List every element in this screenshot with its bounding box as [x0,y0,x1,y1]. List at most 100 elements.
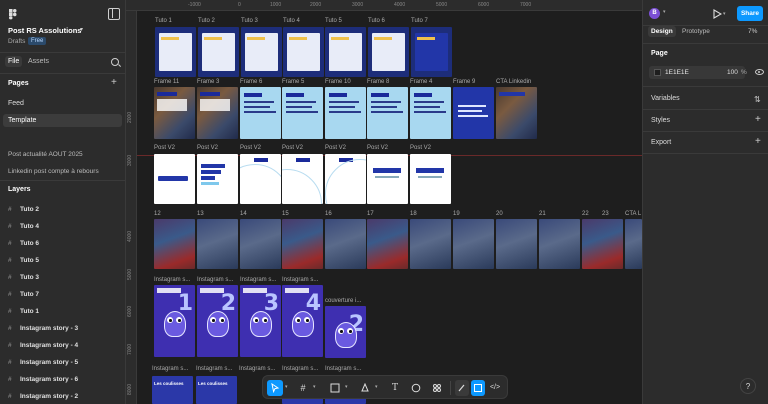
frame-thumbnail[interactable] [367,219,408,269]
add-export-icon[interactable]: + [755,136,761,147]
frame-thumbnail[interactable]: 2 [325,306,366,358]
rectangle-tool-icon[interactable] [327,380,343,396]
frame-label[interactable]: Tuto 3 [241,18,258,24]
layer-item[interactable]: # Tuto 4 [8,223,39,233]
frame-thumbnail[interactable] [197,87,238,139]
add-page-icon[interactable]: + [111,77,117,88]
move-tool-icon[interactable] [267,380,283,396]
frame-label[interactable]: Instagram s... [154,277,190,283]
comment-tool-icon[interactable] [408,380,424,396]
frame-label[interactable]: Post V2 [410,145,431,151]
frame-label[interactable]: Post V2 [325,145,346,151]
draw-mode-icon[interactable] [455,380,469,396]
frame-label[interactable]: Frame 3 [197,79,219,85]
tab-assets[interactable]: Assets [28,58,49,65]
frame-label[interactable]: 23 [602,211,609,217]
frame-thumbnail[interactable] [282,219,323,269]
frame-label[interactable]: Tuto 1 [155,18,172,24]
frame-label[interactable]: Tuto 7 [411,18,428,24]
frame-thumbnail[interactable] [197,154,238,204]
tab-design[interactable]: Design [648,26,676,37]
frame-label[interactable]: 18 [410,211,417,217]
export-section[interactable]: Export [651,139,671,146]
layer-item[interactable]: # Tuto 7 [8,291,39,301]
chevron-down-icon[interactable]: ▾ [345,384,348,390]
frame-label[interactable]: Frame 4 [410,79,432,85]
frame-label[interactable]: Post V2 [282,145,303,151]
chevron-down-icon[interactable]: ▾ [80,26,83,33]
toggle-sidebar-icon[interactable] [108,8,120,20]
layer-item[interactable]: # Tuto 5 [8,257,39,267]
frame-label[interactable]: 16 [325,211,332,217]
frame-thumbnail[interactable] [325,87,366,139]
actions-tool-icon[interactable] [429,380,445,396]
frame-thumbnail[interactable] [197,219,238,269]
variables-section[interactable]: Variables [651,95,680,102]
frame-thumbnail[interactable] [154,154,195,204]
frame-label[interactable]: 15 [282,211,289,217]
frame-label[interactable]: Tuto 2 [198,18,215,24]
frame-label[interactable]: CTA L [625,211,641,217]
frame-label[interactable]: 12 [154,211,161,217]
project-location[interactable]: Drafts [8,38,25,45]
styles-section[interactable]: Styles [651,117,670,124]
frame-thumbnail[interactable] [453,219,494,269]
frame-label[interactable]: Instagram s... [282,366,318,372]
chevron-down-icon[interactable]: ▾ [723,11,726,17]
text-tool-icon[interactable]: T [387,380,403,396]
chevron-down-icon[interactable]: ▾ [375,384,378,390]
frame-thumbnail[interactable] [282,154,323,204]
frame-label[interactable]: Instagram s... [152,366,188,372]
frame-thumbnail[interactable] [367,154,408,204]
frame-thumbnail[interactable] [325,219,366,269]
tab-prototype[interactable]: Prototype [682,28,710,35]
frame-thumbnail[interactable] [625,219,642,269]
page-item-post-aout[interactable]: Post actualité AOUT 2025 [8,151,83,158]
frame-label[interactable]: Instagram s... [197,277,233,283]
frame-thumbnail[interactable] [282,87,323,139]
layer-item[interactable]: # Instagram story - 2 [8,393,78,403]
help-button[interactable]: ? [740,378,756,394]
page-item-feed[interactable]: Feed [3,97,122,110]
frame-thumbnail[interactable] [496,219,537,269]
frame-label[interactable]: Instagram s... [282,277,318,283]
frame-thumbnail[interactable] [410,154,451,204]
frame-label[interactable]: Post V2 [367,145,388,151]
project-name[interactable]: Post RS Assolutions [8,26,81,35]
layer-item[interactable]: # Instagram story - 3 [8,325,78,335]
frame-thumbnail[interactable] [155,27,196,77]
frame-thumbnail[interactable] [325,154,366,204]
page-item-linkedin[interactable]: Linkedin post compte à rebours [8,168,99,175]
frame-thumbnail[interactable] [198,27,239,77]
frame-label[interactable]: Frame 5 [282,79,304,85]
background-color-field[interactable]: 1E1E1E 100 [649,66,745,79]
frame-thumbnail[interactable] [411,27,452,77]
frame-thumbnail[interactable] [325,27,366,77]
frame-label[interactable]: Tuto 6 [368,18,385,24]
frame-thumbnail[interactable]: 2 [197,285,238,357]
color-opacity-value[interactable]: 100 [727,69,738,76]
eye-icon[interactable] [755,69,764,75]
frame-label[interactable]: Frame 6 [240,79,262,85]
frame-thumbnail[interactable]: 1 [154,285,195,357]
frame-thumbnail[interactable] [410,219,451,269]
frame-label[interactable]: Tuto 4 [283,18,300,24]
frame-label[interactable]: 22 [582,211,589,217]
layer-item[interactable]: # Tuto 3 [8,274,39,284]
frame-thumbnail[interactable]: Les coulisses [196,376,237,404]
frame-thumbnail[interactable] [496,87,537,139]
layer-item[interactable]: # Tuto 1 [8,308,39,318]
tab-file[interactable]: File [5,56,23,67]
canvas[interactable]: -1000 0 1000 2000 3000 4000 5000 6000 70… [126,0,642,404]
frame-thumbnail[interactable] [240,87,281,139]
frame-label[interactable]: Frame 9 [453,79,475,85]
chevron-down-icon[interactable]: ▾ [313,384,316,390]
frame-label[interactable]: Instagram s... [240,277,276,283]
frame-label[interactable]: 21 [539,211,546,217]
frame-label[interactable]: Frame 11 [154,79,179,85]
add-style-icon[interactable]: + [755,114,761,125]
layer-item[interactable]: # Instagram story - 4 [8,342,78,352]
frame-label[interactable]: Post V2 [240,145,261,151]
user-avatar[interactable]: B [649,8,660,19]
chevron-down-icon[interactable]: ▾ [663,9,666,15]
